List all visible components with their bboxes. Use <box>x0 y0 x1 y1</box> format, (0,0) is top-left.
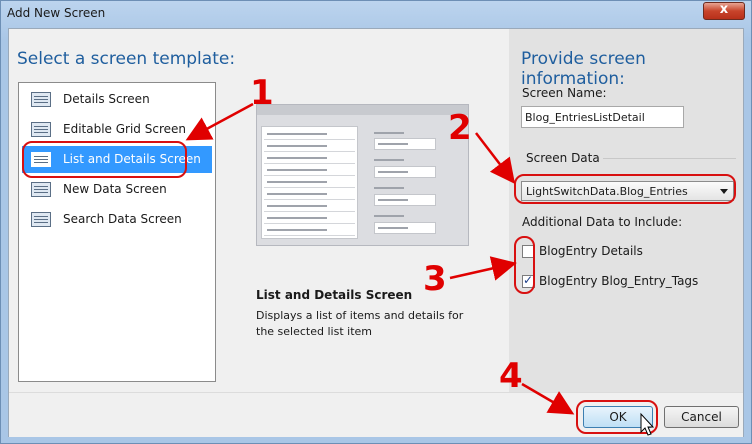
search-screen-icon <box>31 212 51 227</box>
annotation-ring-screen-data <box>514 174 736 204</box>
preview-field <box>374 166 436 178</box>
preview-field <box>374 138 436 150</box>
cancel-button[interactable]: Cancel <box>664 406 739 428</box>
annotation-number-2: 2 <box>448 108 472 148</box>
preview-label <box>374 215 404 217</box>
screen-name-input[interactable]: Blog_EntriesListDetail <box>521 106 684 128</box>
new-data-screen-icon <box>31 182 51 197</box>
annotation-number-4: 4 <box>499 356 523 396</box>
dialog-client: Select a screen template: Details Screen… <box>8 28 744 437</box>
screen-info-heading: Provide screen information: <box>521 49 646 89</box>
preview-label <box>374 187 404 189</box>
template-item-label: New Data Screen <box>63 182 167 196</box>
template-item-label: Editable Grid Screen <box>63 122 186 136</box>
template-heading: Select a screen template: <box>17 49 236 69</box>
details-screen-icon <box>31 92 51 107</box>
preview-row <box>264 153 355 164</box>
title-bar[interactable]: Add New Screen x <box>1 1 751 27</box>
preview-field <box>374 194 436 206</box>
template-description-title: List and Details Screen <box>256 288 413 302</box>
checkbox-label: BlogEntry Blog_Entry_Tags <box>539 274 699 288</box>
template-item-details[interactable]: Details Screen <box>22 86 212 113</box>
preview-row <box>264 225 355 236</box>
template-item-editable-grid[interactable]: Editable Grid Screen <box>22 116 212 143</box>
screen-name-label: Screen Name: <box>522 86 607 100</box>
screen-data-label: Screen Data <box>526 151 600 165</box>
preview-label <box>374 132 404 134</box>
template-list[interactable]: Details Screen Editable Grid Screen List… <box>18 82 216 382</box>
dialog-window: Add New Screen x Select a screen templat… <box>0 0 752 444</box>
template-item-label: Details Screen <box>63 92 150 106</box>
additional-data-label: Additional Data to Include: <box>522 215 683 229</box>
preview-header-bar <box>257 105 468 115</box>
preview-field <box>374 222 436 234</box>
preview-row <box>264 165 355 176</box>
preview-row <box>264 177 355 188</box>
checkbox-label: BlogEntry Details <box>539 244 643 258</box>
preview-row <box>264 201 355 212</box>
preview-row <box>264 213 355 224</box>
screen-data-divider <box>603 158 736 159</box>
annotation-ring-template <box>22 141 187 178</box>
annotation-ring-ok <box>576 400 658 434</box>
preview-list <box>261 126 358 239</box>
preview-row <box>264 141 355 152</box>
grid-screen-icon <box>31 122 51 137</box>
annotation-number-1: 1 <box>250 73 274 113</box>
screen-info-panel: Provide screen information: <box>509 29 743 392</box>
template-preview-image <box>256 104 469 246</box>
preview-row <box>264 189 355 200</box>
close-icon: x <box>719 2 729 17</box>
preview-row <box>264 129 355 140</box>
template-item-search-data[interactable]: Search Data Screen <box>22 206 212 233</box>
annotation-ring-checkboxes <box>514 236 535 294</box>
template-description: Displays a list of items and details for… <box>256 309 464 338</box>
window-title: Add New Screen <box>7 6 106 20</box>
close-button[interactable]: x <box>703 2 745 20</box>
template-item-label: Search Data Screen <box>63 212 182 226</box>
annotation-number-3: 3 <box>423 259 447 299</box>
template-item-new-data[interactable]: New Data Screen <box>22 176 212 203</box>
preview-label <box>374 159 404 161</box>
